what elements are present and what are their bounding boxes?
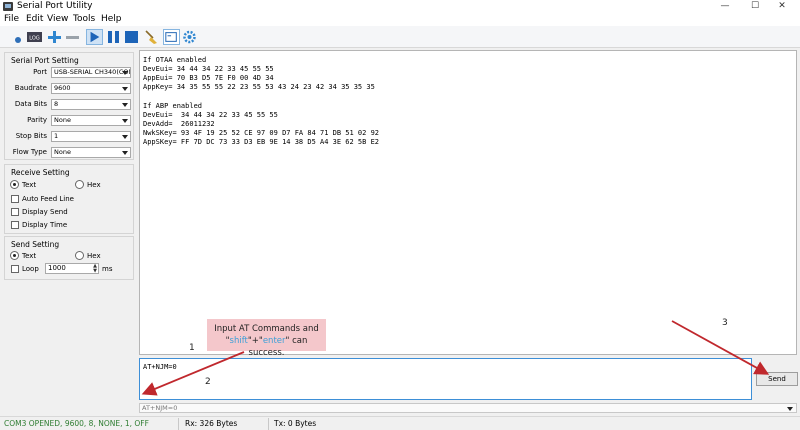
stop-bits-select[interactable]: 1 <box>51 131 131 142</box>
step-number-2: 2 <box>205 377 211 387</box>
clear-broom-icon[interactable] <box>143 29 160 45</box>
remove-icon[interactable] <box>64 29 81 45</box>
interval-unit-label: ms <box>102 265 113 273</box>
stop-bits-label: Stop Bits <box>15 132 47 140</box>
annotation-callout: Input AT Commands and "shift"+"enter" ca… <box>207 319 326 358</box>
port-label: Port <box>33 68 47 76</box>
rx-count: Rx: 326 Bytes <box>185 419 238 428</box>
auto-feed-line-checkbox[interactable] <box>11 195 19 203</box>
display-time-checkbox[interactable] <box>11 221 19 229</box>
stop-icon[interactable] <box>123 29 140 45</box>
svg-text:LOG: LOG <box>29 36 40 42</box>
serial-port-setting-panel: Serial Port Setting Port USB-SERIAL CH34… <box>4 52 134 160</box>
receive-text-radio[interactable] <box>10 180 19 189</box>
chevron-down-icon <box>122 87 128 91</box>
panel-title: Receive Setting <box>11 168 70 177</box>
output-line: AppSKey= FF 7D DC 73 33 D3 EB 9E 14 38 D… <box>143 138 380 146</box>
chevron-down-icon <box>122 103 128 107</box>
minimize-button[interactable]: — <box>715 0 735 13</box>
connection-status: COM3 OPENED, 9600, 8, NONE, 1, OFF <box>4 419 149 428</box>
parity-select[interactable]: None <box>51 115 131 126</box>
log-icon[interactable]: LOG <box>26 29 43 45</box>
receive-text-label: Text <box>22 181 37 189</box>
output-line: AppKey= 34 35 55 55 22 23 55 53 43 24 23… <box>143 83 375 91</box>
baudrate-select[interactable]: 9600 <box>51 83 131 94</box>
loop-checkbox[interactable] <box>11 265 19 273</box>
display-time-label: Display Time <box>22 221 68 229</box>
pause-icon[interactable] <box>105 29 122 45</box>
receive-hex-label: Hex <box>87 181 101 189</box>
settings-dot-icon[interactable] <box>10 29 27 45</box>
send-text-label: Text <box>22 252 37 260</box>
add-icon[interactable] <box>46 29 63 45</box>
menu-help[interactable]: Help <box>101 14 122 24</box>
loop-label: Loop <box>22 265 39 273</box>
command-input-value: AT+NJM=0 <box>143 363 177 371</box>
chevron-down-icon <box>787 407 793 411</box>
send-hex-label: Hex <box>87 252 101 260</box>
menu-edit[interactable]: Edit <box>26 14 43 24</box>
baudrate-label: Baudrate <box>14 84 47 92</box>
command-input[interactable]: AT+NJM=0 <box>139 358 752 400</box>
menu-file[interactable]: File <box>4 14 19 24</box>
output-line: DevAdd= 26011232 <box>143 120 215 128</box>
status-bar: COM3 OPENED, 9600, 8, NONE, 1, OFF Rx: 3… <box>0 416 800 430</box>
panel-title: Send Setting <box>11 240 60 249</box>
play-icon[interactable] <box>86 29 103 45</box>
data-bits-select[interactable]: 8 <box>51 99 131 110</box>
menu-view[interactable]: View <box>47 14 68 24</box>
receive-hex-radio[interactable] <box>75 180 84 189</box>
receive-output-area[interactable]: If OTAA enabled DevEui= 34 44 34 22 33 4… <box>139 50 797 355</box>
close-button[interactable]: ✕ <box>772 0 792 13</box>
chevron-down-icon <box>122 151 128 155</box>
gear-icon[interactable] <box>181 29 198 45</box>
send-text-radio[interactable] <box>10 251 19 260</box>
chevron-down-icon <box>122 135 128 139</box>
app-icon <box>3 2 13 11</box>
window-icon[interactable] <box>163 29 180 45</box>
parity-label: Parity <box>27 116 47 124</box>
auto-feed-line-label: Auto Feed Line <box>22 195 74 203</box>
output-line: DevEui= 34 44 34 22 33 45 55 55 <box>143 111 278 119</box>
receive-setting-panel: Receive Setting Text Hex Auto Feed Line … <box>4 164 134 234</box>
flow-type-select[interactable]: None <box>51 147 131 158</box>
display-send-label: Display Send <box>22 208 68 216</box>
chevron-down-icon <box>122 71 128 75</box>
toolbar: LOG <box>0 26 800 48</box>
output-line: DevEui= 34 44 34 22 33 45 55 55 <box>143 65 274 73</box>
output-line: NwkSKey= 93 4F 19 25 52 CE 97 09 D7 FA 8… <box>143 129 380 137</box>
window-title: Serial Port Utility <box>17 1 93 11</box>
menu-tools[interactable]: Tools <box>73 14 95 24</box>
spin-arrows-icon[interactable]: ▲ ▼ <box>93 264 97 274</box>
flow-type-label: Flow Type <box>12 148 47 156</box>
send-button[interactable]: Send <box>756 372 798 386</box>
data-bits-label: Data Bits <box>14 100 47 108</box>
port-select[interactable]: USB-SERIAL CH340(COM <box>51 67 131 78</box>
loop-interval-input[interactable]: 1000 ▲ ▼ <box>45 263 99 274</box>
chevron-down-icon <box>122 119 128 123</box>
send-hex-radio[interactable] <box>75 251 84 260</box>
panel-title: Serial Port Setting <box>11 56 79 65</box>
menu-bar: File Edit View Tools Help <box>0 13 800 26</box>
title-bar: Serial Port Utility — ☐ ✕ <box>0 0 800 13</box>
display-send-checkbox[interactable] <box>11 208 19 216</box>
maximize-button[interactable]: ☐ <box>745 0 765 13</box>
output-line: If OTAA enabled <box>143 56 207 64</box>
tx-count: Tx: 0 Bytes <box>274 419 317 428</box>
output-line: AppEui= 70 B3 D5 7E F0 00 4D 34 <box>143 74 274 82</box>
step-number-1: 1 <box>189 343 195 353</box>
step-number-3: 3 <box>722 318 728 328</box>
output-line: If ABP enabled <box>143 102 203 110</box>
send-history-dropdown[interactable]: AT+NJM=0 <box>139 403 797 413</box>
send-setting-panel: Send Setting Text Hex Loop 1000 ▲ ▼ ms <box>4 236 134 280</box>
